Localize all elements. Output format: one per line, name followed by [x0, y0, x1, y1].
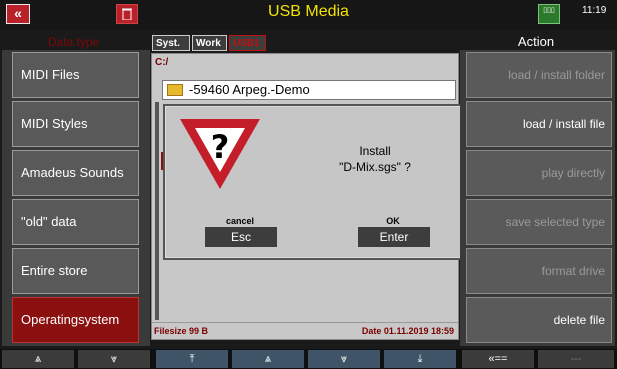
scroll-down-icon[interactable]: ⩔ — [308, 350, 380, 368]
format-drive-button[interactable]: format drive — [466, 248, 612, 294]
action-header: Action — [517, 34, 555, 49]
cancel-button[interactable]: Esc — [205, 227, 277, 247]
folder-icon — [167, 84, 183, 96]
current-path: C:/ — [155, 57, 169, 68]
page-title: USB Media — [268, 3, 349, 20]
ok-label: OK — [386, 216, 400, 226]
file-info-footer: Filesize 99 B Date 01.11.2019 18:59 — [152, 322, 458, 340]
parent-folder-button[interactable]: «== — [462, 350, 534, 368]
file-name: -59460 Arpeg.-Demo — [189, 82, 310, 97]
data-type-midi-styles[interactable]: MIDI Styles — [12, 101, 139, 147]
svg-text:?: ? — [211, 128, 230, 166]
question-warning-icon: ? — [180, 119, 260, 189]
tab-usb1[interactable]: USB1 — [229, 35, 266, 51]
data-type-header: Data type — [47, 35, 100, 49]
memory-status-icon: ▯▯▯ — [538, 4, 560, 24]
tab-syst[interactable]: Syst. — [152, 35, 190, 51]
scroll-top-icon[interactable]: ⤒ — [156, 350, 228, 368]
clock: 11:19 — [582, 5, 607, 16]
empty-button[interactable]: --- — [538, 350, 614, 368]
data-type-amadeus-sounds[interactable]: Amadeus Sounds — [12, 150, 139, 196]
scroll-bottom-icon[interactable]: ⤓ — [384, 350, 456, 368]
scroll-up-icon[interactable]: ⩓ — [232, 350, 304, 368]
install-dialog: ? Install "D-Mix.sgs" ? cancel Esc OK En… — [163, 104, 469, 260]
delete-file-button[interactable]: delete file — [466, 297, 612, 343]
play-directly-button[interactable]: play directly — [466, 150, 612, 196]
data-type-operatingsystem[interactable]: Operatingsystem — [12, 297, 139, 343]
filesize: Filesize 99 B — [154, 326, 209, 336]
list-item[interactable]: -59460 Arpeg.-Demo — [162, 80, 456, 100]
scroll-up-fast-icon[interactable]: ⩓ — [2, 350, 74, 368]
ok-button[interactable]: Enter — [358, 227, 430, 247]
data-type-old-data[interactable]: "old" data — [12, 199, 139, 245]
data-type-midi-files[interactable]: MIDI Files — [12, 52, 139, 98]
dialog-message-line1: Install — [359, 144, 391, 158]
dialog-message-line2: "D-Mix.sgs" ? — [339, 160, 411, 174]
load-install-folder-button[interactable]: load / install folder — [466, 52, 612, 98]
tab-work[interactable]: Work — [192, 35, 227, 51]
scrollbar[interactable] — [155, 102, 159, 320]
cancel-label: cancel — [225, 216, 255, 226]
data-type-entire-store[interactable]: Entire store — [12, 248, 139, 294]
file-date: Date 01.11.2019 18:59 — [361, 326, 454, 336]
bottom-bar: ⩓ ⩔ ⤒ ⩓ ⩔ ⤓ «== --- — [0, 349, 617, 369]
load-install-file-button[interactable]: load / install file — [466, 101, 612, 147]
scroll-down-fast-icon[interactable]: ⩔ — [78, 350, 150, 368]
save-selected-type-button[interactable]: save selected type — [466, 199, 612, 245]
